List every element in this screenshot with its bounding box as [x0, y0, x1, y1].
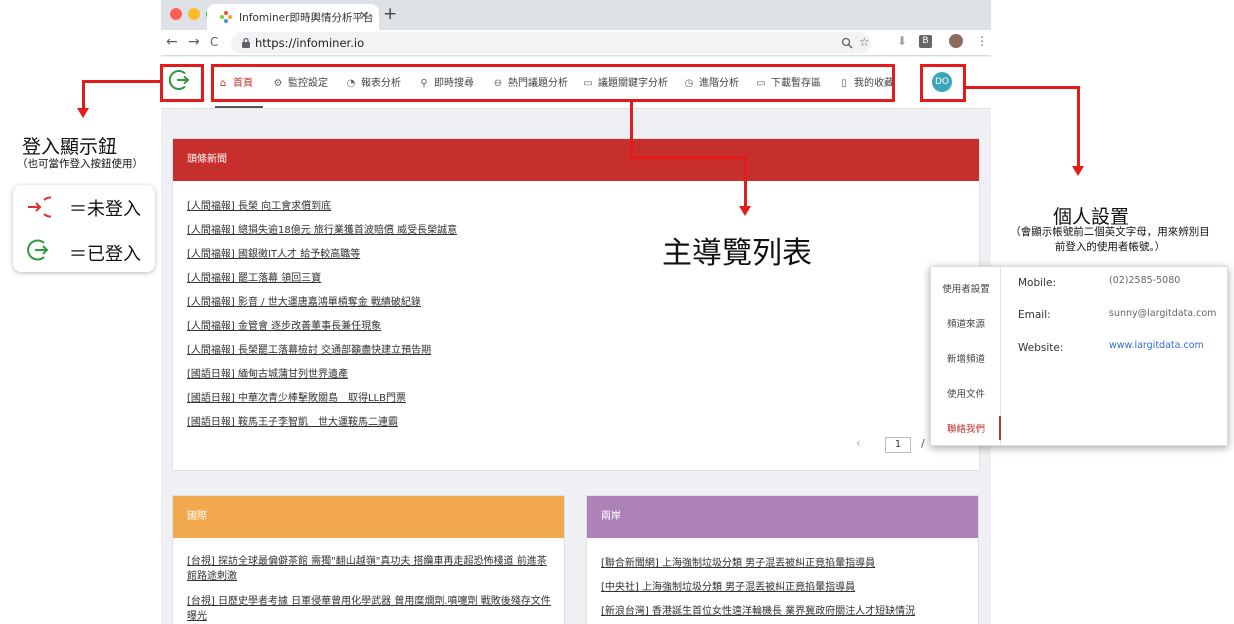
- close-window-button[interactable]: [170, 8, 182, 20]
- active-tab-underline: [215, 106, 263, 108]
- avatar-arrow-line: [1077, 86, 1080, 168]
- login-legend: ＝未登入 ＝已登入: [13, 185, 155, 272]
- menu-user-settings[interactable]: 使用者設置: [931, 281, 1001, 295]
- download-icon[interactable]: ⬇: [897, 34, 907, 48]
- not-logged-in-label: ＝未登入: [69, 199, 141, 220]
- reload-button[interactable]: C: [210, 35, 218, 49]
- news-link[interactable]: [中央社] 上海強制垃圾分類 男子混丟被糾正竟掐暈指導員: [601, 578, 855, 593]
- previous-page-button[interactable]: ‹: [856, 436, 861, 450]
- bookmark-star-icon[interactable]: ☆: [859, 35, 870, 49]
- url-text: https://infominer.io: [255, 36, 365, 50]
- infominer-favicon-icon: [220, 11, 232, 23]
- extension-icon[interactable]: B: [919, 35, 932, 48]
- forward-button[interactable]: →: [188, 34, 200, 50]
- website-label: Website:: [1018, 342, 1064, 354]
- login-button-highlight: [160, 64, 204, 102]
- news-link[interactable]: [新浪台灣] 香港誕生首位女性遠洋輪機長 業界冀政府關注人才短缺情況: [601, 602, 915, 617]
- news-link[interactable]: [台視] 探訪全球最偏僻茶館 需獨"翻山越嶺"真功夫 搭纜車再走超恐怖棧道 前進…: [187, 554, 553, 584]
- main-nav-arrow-line: [630, 101, 633, 159]
- logged-in-label: ＝已登入: [69, 244, 141, 265]
- main-nav-annotation: 主導覽列表: [662, 236, 812, 271]
- main-nav-arrow-line: [630, 156, 747, 159]
- menu-documentation[interactable]: 使用文件: [931, 386, 1001, 400]
- main-nav-highlight: [211, 64, 895, 102]
- mobile-value: (02)2585-5080: [1109, 275, 1181, 286]
- tab-title: Infominer即時輿情分析平台: [239, 12, 374, 24]
- main-nav-arrow-line: [744, 156, 747, 208]
- news-link[interactable]: [國語日報] 緬甸古城蒲甘列世界遺產: [187, 365, 348, 380]
- profile-avatar-icon[interactable]: [949, 34, 963, 48]
- menu-contact-us[interactable]: 聯絡我們: [931, 421, 1001, 435]
- browser-toolbar: ← → C https://infominer.io ☆ ⬇ B ⋮: [161, 30, 991, 56]
- profile-menu: 使用者設置 頻道來源 新增頻道 使用文件 聯絡我們: [931, 267, 1001, 445]
- login-arrow-head: [77, 108, 89, 118]
- panel-header: 兩岸: [587, 496, 978, 538]
- menu-channel-sources[interactable]: 頻道來源: [931, 316, 1001, 330]
- news-link[interactable]: [人間福報] 長榮 向工會求償到底: [187, 197, 331, 212]
- minimize-window-button[interactable]: [188, 8, 200, 20]
- page-separator: /: [921, 437, 925, 450]
- login-arrow-line: [82, 80, 162, 83]
- news-link[interactable]: [人間福報] 國銀徵IT人才 給予較高職等: [187, 245, 360, 260]
- news-link[interactable]: [人間福報] 罷工落幕 領回三寶: [187, 269, 321, 284]
- tab-close-icon[interactable]: ×: [359, 8, 369, 22]
- news-link[interactable]: [聯合新聞網] 上海強制垃圾分類 男子混丟被糾正竟掐暈指導員: [601, 554, 875, 569]
- news-link[interactable]: [人間福報] 金管會 逐步改善董事長兼任現象: [187, 317, 381, 332]
- login-annotation-title: 登入顯示鈕: [22, 136, 118, 158]
- news-link[interactable]: [人間福報] 影音 / 世大運唐嘉鴻單槓奪金 戰績破紀錄: [187, 293, 421, 308]
- personal-settings-annotation-desc: （會顯示帳號前二個英文字母，用來辨別目前登入的使用者帳號。）: [1010, 226, 1210, 253]
- page-number-input[interactable]: 1: [885, 437, 911, 453]
- headlines-panel: 頭條新聞 [人間福報] 長榮 向工會求償到底 [人間福報] 總損失逾18億元 旅…: [172, 138, 980, 471]
- new-tab-button[interactable]: +: [383, 4, 397, 24]
- email-value: sunny@largitdata.com: [1109, 308, 1217, 319]
- avatar-arrow-line: [964, 86, 1080, 89]
- browser-menu-icon[interactable]: ⋮: [976, 34, 988, 48]
- profile-dropdown: 使用者設置 頻道來源 新增頻道 使用文件 聯絡我們 Mobile: (02)25…: [930, 266, 1228, 446]
- international-panel: 國際 [台視] 探訪全球最偏僻茶館 需獨"翻山越嶺"真功夫 搭纜車再走超恐怖棧道…: [172, 495, 565, 624]
- email-label: Email:: [1018, 309, 1051, 321]
- mobile-label: Mobile:: [1018, 277, 1056, 289]
- menu-add-channel[interactable]: 新增頻道: [931, 351, 1001, 365]
- news-link[interactable]: [國語日報] 中華次青少棒擊敗關島 取得LLB門票: [187, 389, 406, 404]
- main-nav-arrow-head: [739, 206, 751, 216]
- news-link[interactable]: [人間福報] 總損失逾18億元 旅行業獲首波賠償 威受長榮誠意: [187, 221, 457, 236]
- avatar-arrow-head: [1072, 166, 1084, 176]
- login-arrow-line: [82, 80, 85, 110]
- cross-strait-panel: 兩岸 [聯合新聞網] 上海強制垃圾分類 男子混丟被糾正竟掐暈指導員 [中央社] …: [586, 495, 979, 624]
- login-annotation-subtitle: （也可當作登入按鈕使用）: [17, 158, 143, 170]
- lock-icon: [242, 37, 250, 48]
- address-bar[interactable]: https://infominer.io ☆: [231, 32, 871, 54]
- logged-out-icon: [28, 196, 51, 218]
- browser-tab-bar: Infominer即時輿情分析平台 × +: [161, 0, 991, 30]
- news-link[interactable]: [國語日報] 鞍馬王子李智凱 世大運鞍馬二連霸: [187, 413, 398, 428]
- panel-header: 頭條新聞: [173, 139, 979, 181]
- avatar-highlight: [920, 64, 966, 102]
- panel-header: 國際: [173, 496, 564, 538]
- zoom-icon[interactable]: [841, 37, 853, 49]
- back-button[interactable]: ←: [166, 34, 178, 50]
- active-menu-marker: [999, 416, 1001, 440]
- news-link[interactable]: [人間福報] 長榮罷工落幕檢討 交通部籲盡快建立預告期: [187, 341, 431, 356]
- browser-tab[interactable]: Infominer即時輿情分析平台 ×: [207, 4, 379, 30]
- website-link[interactable]: www.largitdata.com: [1109, 340, 1204, 351]
- logged-in-icon: [27, 239, 49, 261]
- news-link[interactable]: [台視] 日歷史學者考據 日軍侵華曾用化學武器 曾用糜爛劑.噴嚏劑 戰敗後殘存文…: [187, 594, 553, 624]
